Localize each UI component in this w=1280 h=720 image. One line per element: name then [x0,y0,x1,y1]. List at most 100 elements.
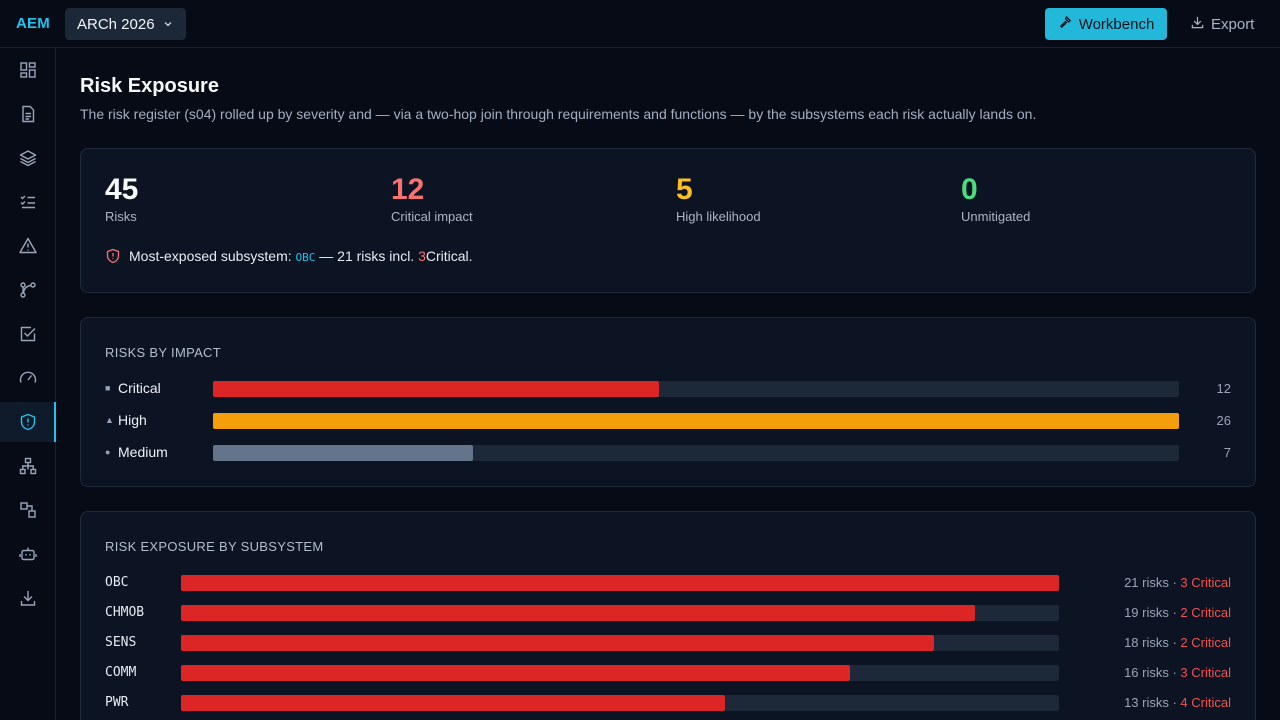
impact-marker-icon: ■ [105,383,111,393]
subsystem-risk-count: 16 risks [1124,665,1169,680]
subsystem-critical-count: 2 Critical [1180,605,1231,620]
brand-logo[interactable]: AEM [16,15,50,32]
export-button[interactable]: Export [1190,8,1254,40]
subsystem-bar-track [181,605,1059,621]
nav-flow[interactable] [0,490,55,530]
nav-automation[interactable] [0,534,55,574]
subsystem-critical-count: 3 Critical [1180,575,1231,590]
stat-label: Risks [105,209,137,224]
impact-label: ▲ High [105,412,147,428]
subsystem-risk-count: 21 risks [1124,575,1169,590]
section-title: RISKS BY IMPACT [105,345,221,360]
impact-bar-track [213,381,1179,397]
exposed-subsystem[interactable]: OBC [296,251,316,264]
subsystem-risk-count: 19 risks [1124,605,1169,620]
shield-alert-icon [20,413,35,431]
subsystem-bar-fill [181,665,850,681]
subsystem-meta: 13 risks · 4 Critical [1124,695,1231,710]
subsystem-name: PWR [105,695,129,710]
check-square-icon [20,326,35,342]
main-content: Risk Exposure The risk register (s04) ro… [56,48,1280,720]
subsystem-risk-count: 18 risks [1124,635,1169,650]
chevron-down-icon [163,19,173,29]
page-description: The risk register (s04) rolled up by sev… [80,106,1037,122]
workbench-label: Workbench [1078,15,1155,33]
impact-name: High [118,412,147,428]
robot-icon [18,547,37,561]
nav-tasks[interactable] [0,314,55,354]
subsystem-critical-count: 2 Critical [1180,635,1231,650]
sidebar [0,48,56,720]
nav-dashboard[interactable] [0,50,55,90]
stat-critical-impact: 12 Critical impact [391,173,473,224]
impact-count: 26 [1216,413,1231,428]
impact-row: ● Medium 7 [105,444,1231,461]
impact-marker-icon: ▲ [105,415,114,425]
flow-icon [19,502,36,518]
subsystem-bar-fill [181,695,725,711]
nav-branches[interactable] [0,270,55,310]
subsystem-meta: 18 risks · 2 Critical [1124,635,1231,650]
nav-warnings[interactable] [0,226,55,266]
stat-label: Critical impact [391,209,473,224]
stat-value: 5 [676,173,693,206]
document-icon [21,105,34,123]
nav-checklist[interactable] [0,182,55,222]
stat-label: High likelihood [676,209,761,224]
nav-hierarchy[interactable] [0,446,55,486]
subsystem-meta: 19 risks · 2 Critical [1124,605,1231,620]
subsystem-row[interactable]: OBC 21 risks · 3 Critical [105,575,1231,591]
subsystem-bar-track [181,695,1059,711]
subsystem-critical-count: 3 Critical [1180,665,1231,680]
stat-risks: 45 Risks [105,173,138,224]
most-exposed-summary: Most-exposed subsystem: OBC — 21 risks i… [105,248,473,264]
nav-gauge[interactable] [0,358,55,398]
stat-high-likelihood: 5 High likelihood [676,173,761,224]
subsystem-bar-fill [181,575,1059,591]
nav-layers[interactable] [0,138,55,178]
impact-marker-icon: ● [105,447,111,457]
exposed-suffix: Critical. [425,248,473,264]
stat-label: Unmitigated [961,209,1031,224]
exposed-prefix: Most-exposed subsystem: [129,248,292,264]
impact-label: ● Medium [105,444,168,460]
shield-alert-icon [105,248,121,264]
stat-value: 45 [105,173,139,206]
subsystem-bar-track [181,575,1059,591]
checklist-icon [20,195,35,209]
workbench-button[interactable]: Workbench [1045,8,1167,40]
impact-card: RISKS BY IMPACT ■ Critical 12 ▲ High 26 ● Mediu… [80,317,1256,487]
subsystem-row[interactable]: CHMOB 19 risks · 2 Critical [105,605,1231,621]
impact-bar-track [213,413,1179,429]
nav-download[interactable] [0,578,55,618]
impact-bar-fill [213,413,1179,429]
subsystem-row[interactable]: SENS 18 risks · 2 Critical [105,635,1231,651]
gauge-icon [19,371,36,383]
stat-unmitigated: 0 Unmitigated [961,173,1030,224]
page-title: Risk Exposure [80,75,219,97]
exposed-mid: — 21 risks incl. [319,248,415,264]
subsystem-critical-count: 4 Critical [1180,695,1231,710]
impact-bar-fill [213,381,659,397]
nav-documents[interactable] [0,94,55,134]
section-title: RISK EXPOSURE BY SUBSYSTEM [105,539,324,554]
impact-row: ▲ High 26 [105,412,1231,429]
subsystem-name: OBC [105,575,129,590]
subsystem-row[interactable]: COMM 16 risks · 3 Critical [105,665,1231,681]
impact-row: ■ Critical 12 [105,380,1231,397]
download-icon [1190,15,1205,34]
hammer-icon [1058,15,1073,34]
nav-risk-exposure[interactable] [0,402,56,442]
subsystem-name: CHMOB [105,605,145,620]
export-label: Export [1211,15,1255,33]
project-selector[interactable]: ARCh 2026 [65,8,186,40]
summary-card: 45 Risks 12 Critical impact 5 High likel… [80,148,1256,293]
subsystem-meta: 21 risks · 3 Critical [1124,575,1231,590]
impact-label: ■ Critical [105,380,161,396]
subsystem-card: RISK EXPOSURE BY SUBSYSTEM OBC 21 risks ·… [80,511,1256,720]
download-icon [20,591,35,606]
layers-icon [19,150,36,167]
impact-bar-track [213,445,1179,461]
subsystem-row[interactable]: PWR 13 risks · 4 Critical [105,695,1231,711]
top-bar: AEM ARCh 2026 Workbench Export [0,0,1280,48]
